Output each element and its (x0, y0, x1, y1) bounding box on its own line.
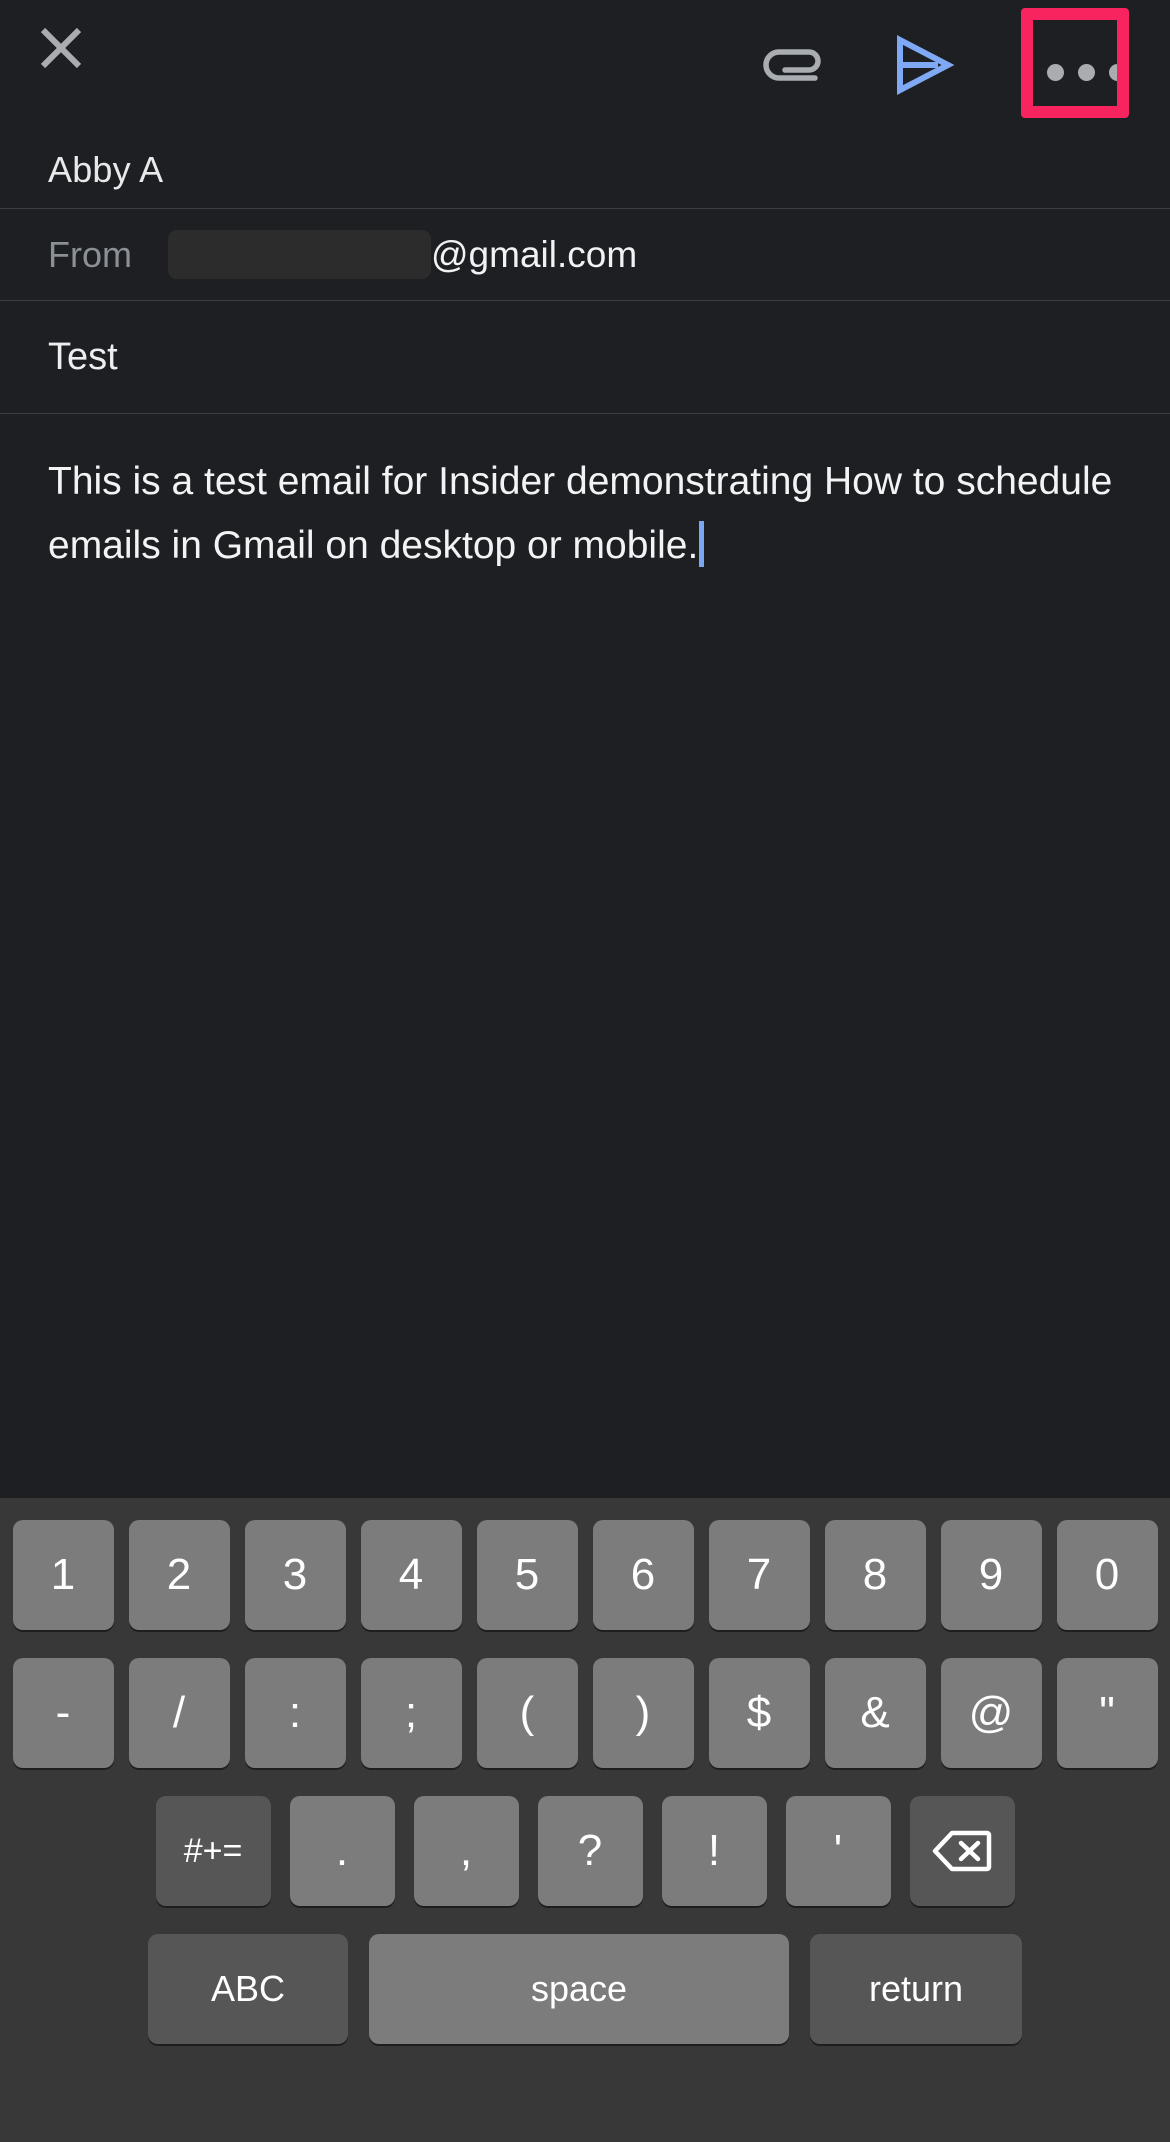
key-paren-open[interactable]: ( (476, 1658, 578, 1768)
key-comma[interactable]: , (413, 1796, 519, 1906)
key-question[interactable]: ? (537, 1796, 643, 1906)
key-symbol-shift[interactable]: #+= (155, 1796, 271, 1906)
key-ampersand[interactable]: & (824, 1658, 926, 1768)
attachment-icon (763, 49, 821, 81)
key-space[interactable]: space (369, 1934, 789, 2044)
key-3[interactable]: 3 (244, 1520, 346, 1630)
keyboard-row-numbers: 1 2 3 4 5 6 7 8 9 0 (0, 1520, 1170, 1630)
key-paren-close[interactable]: ) (592, 1658, 694, 1768)
subject-row[interactable]: Test (0, 301, 1170, 413)
key-period[interactable]: . (289, 1796, 395, 1906)
body-input[interactable]: This is a test email for Insider demonst… (48, 450, 1122, 578)
key-quote[interactable]: " (1056, 1658, 1158, 1768)
key-dollar[interactable]: $ (708, 1658, 810, 1768)
key-7[interactable]: 7 (708, 1520, 810, 1630)
close-icon (40, 27, 82, 69)
key-abc[interactable]: ABC (148, 1934, 348, 2044)
gmail-compose-screen: Abby A From @gmail.com Test This is a te… (0, 0, 1170, 2142)
keyboard-row-bottom: ABC space return (0, 1934, 1170, 2044)
key-1[interactable]: 1 (12, 1520, 114, 1630)
key-4[interactable]: 4 (360, 1520, 462, 1630)
more-options-button[interactable] (1032, 19, 1140, 125)
keyboard-row-symbols: - / : ; ( ) $ & @ " (0, 1658, 1170, 1768)
key-slash[interactable]: / (128, 1658, 230, 1768)
on-screen-keyboard: 1 2 3 4 5 6 7 8 9 0 - / : ; ( ) $ & @ " … (0, 1498, 1170, 2142)
subject-input[interactable]: Test (48, 336, 118, 379)
key-hyphen[interactable]: - (12, 1658, 114, 1768)
recipient-name: Abby A (48, 148, 164, 190)
key-2[interactable]: 2 (128, 1520, 230, 1630)
key-at[interactable]: @ (940, 1658, 1042, 1768)
send-button[interactable] (884, 26, 964, 104)
key-apostrophe[interactable]: ' (785, 1796, 891, 1906)
close-button[interactable] (31, 18, 91, 78)
from-domain: @gmail.com (431, 233, 638, 275)
key-colon[interactable]: : (244, 1658, 346, 1768)
send-icon (897, 35, 954, 95)
key-9[interactable]: 9 (940, 1520, 1042, 1630)
key-6[interactable]: 6 (592, 1520, 694, 1630)
recipient-row[interactable]: Abby A (0, 131, 1170, 208)
from-label: From (48, 233, 132, 275)
key-8[interactable]: 8 (824, 1520, 926, 1630)
delete-icon (932, 1830, 992, 1872)
key-0[interactable]: 0 (1056, 1520, 1158, 1630)
body-area[interactable]: This is a test email for Insider demonst… (0, 414, 1170, 1498)
attachment-button[interactable] (760, 32, 832, 100)
body-text: This is a test email for Insider demonst… (48, 460, 1124, 567)
compose-toolbar (0, 0, 1170, 131)
keyboard-row-punctuation: #+= . , ? ! ' (0, 1796, 1170, 1906)
key-semicolon[interactable]: ; (360, 1658, 462, 1768)
from-row[interactable]: From @gmail.com (0, 209, 1170, 300)
key-backspace[interactable] (909, 1796, 1015, 1906)
key-exclamation[interactable]: ! (661, 1796, 767, 1906)
key-return[interactable]: return (810, 1934, 1022, 2044)
text-caret (699, 521, 705, 567)
key-5[interactable]: 5 (476, 1520, 578, 1630)
more-options-icon (1046, 63, 1126, 81)
from-address-redaction (168, 230, 431, 279)
